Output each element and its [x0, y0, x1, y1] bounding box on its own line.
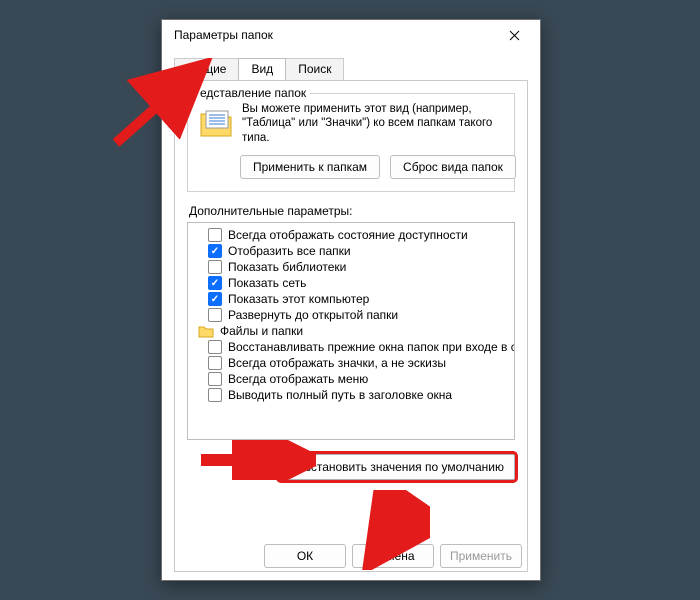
apply-button[interactable]: Применить — [440, 544, 522, 568]
dialog-buttons: ОК Отмена Применить — [162, 544, 540, 568]
cancel-button[interactable]: Отмена — [352, 544, 434, 568]
tree-group-label: Файлы и папки — [220, 324, 303, 338]
folder-small-icon — [198, 324, 214, 338]
tree-row-label: Развернуть до открытой папки — [228, 308, 398, 322]
tree-row[interactable]: Развернуть до открытой папки — [190, 307, 512, 323]
tree-row-label: Отобразить все папки — [228, 244, 351, 258]
checkbox[interactable] — [208, 276, 222, 290]
checkbox[interactable] — [208, 308, 222, 322]
tree-row[interactable]: Показать сеть — [190, 275, 512, 291]
checkbox[interactable] — [208, 260, 222, 274]
checkbox[interactable] — [208, 356, 222, 370]
restore-row: Восстановить значения по умолчанию — [187, 454, 515, 480]
tab-search[interactable]: Поиск — [285, 58, 344, 80]
checkbox[interactable] — [208, 292, 222, 306]
tab-view[interactable]: Вид — [238, 58, 286, 80]
tree-row-label: Показать сеть — [228, 276, 306, 290]
tree-row[interactable]: Всегда отображать состояние доступности — [190, 227, 512, 243]
tree-row-label: Всегда отображать меню — [228, 372, 368, 386]
tree-row[interactable]: Всегда отображать меню — [190, 371, 512, 387]
apply-to-folders-button[interactable]: Применить к папкам — [240, 155, 380, 179]
ok-button[interactable]: ОК — [264, 544, 346, 568]
close-button[interactable] — [496, 23, 532, 47]
folder-icon — [198, 104, 234, 140]
tree-row[interactable]: Показать этот компьютер — [190, 291, 512, 307]
folder-view-row: Вы можете применить этот вид (например, … — [198, 102, 504, 145]
tree-row[interactable]: Показать библиотеки — [190, 259, 512, 275]
tree-row[interactable]: Отобразить все папки — [190, 243, 512, 259]
folder-view-buttons: Применить к папкам Сброс вида папок — [240, 155, 504, 179]
tab-strip: Общие Вид Поиск — [174, 58, 528, 80]
reset-folders-button[interactable]: Сброс вида папок — [390, 155, 516, 179]
checkbox[interactable] — [208, 244, 222, 258]
tree-row-label: Всегда отображать значки, а не эскизы — [228, 356, 446, 370]
tree-row-label: Показать этот компьютер — [228, 292, 369, 306]
checkbox[interactable] — [208, 388, 222, 402]
folder-view-fieldset: едставление папок Вы можете применить эт… — [187, 93, 515, 192]
advanced-settings-tree[interactable]: Всегда отображать состояние доступности О… — [187, 222, 515, 440]
tab-general[interactable]: Общие — [174, 58, 239, 80]
checkbox[interactable] — [208, 372, 222, 386]
checkbox[interactable] — [208, 340, 222, 354]
tab-panel: едставление папок Вы можете применить эт… — [174, 80, 528, 572]
tree-row-label: Выводить полный путь в заголовке окна — [228, 388, 452, 402]
tree-row[interactable]: Всегда отображать значки, а не эскизы — [190, 355, 512, 371]
advanced-label: Дополнительные параметры: — [189, 204, 515, 218]
tree-row-label: Показать библиотеки — [228, 260, 346, 274]
tree-row-label: Восстанавливать прежние окна папок при в… — [228, 340, 515, 354]
tree-row-label: Всегда отображать состояние доступности — [228, 228, 468, 242]
close-icon — [509, 30, 520, 41]
tree-row[interactable]: Выводить полный путь в заголовке окна — [190, 387, 512, 403]
checkbox[interactable] — [208, 228, 222, 242]
tree-group[interactable]: Файлы и папки — [190, 323, 512, 339]
title: Параметры папок — [174, 28, 496, 42]
titlebar: Параметры папок — [162, 20, 540, 50]
tree-row[interactable]: Восстанавливать прежние окна папок при в… — [190, 339, 512, 355]
fieldset-legend: едставление папок — [196, 86, 310, 100]
folder-options-dialog: Параметры папок Общие Вид Поиск едставле… — [161, 19, 541, 581]
restore-defaults-button[interactable]: Восстановить значения по умолчанию — [279, 454, 515, 480]
folder-view-text: Вы можете применить этот вид (например, … — [242, 102, 504, 145]
